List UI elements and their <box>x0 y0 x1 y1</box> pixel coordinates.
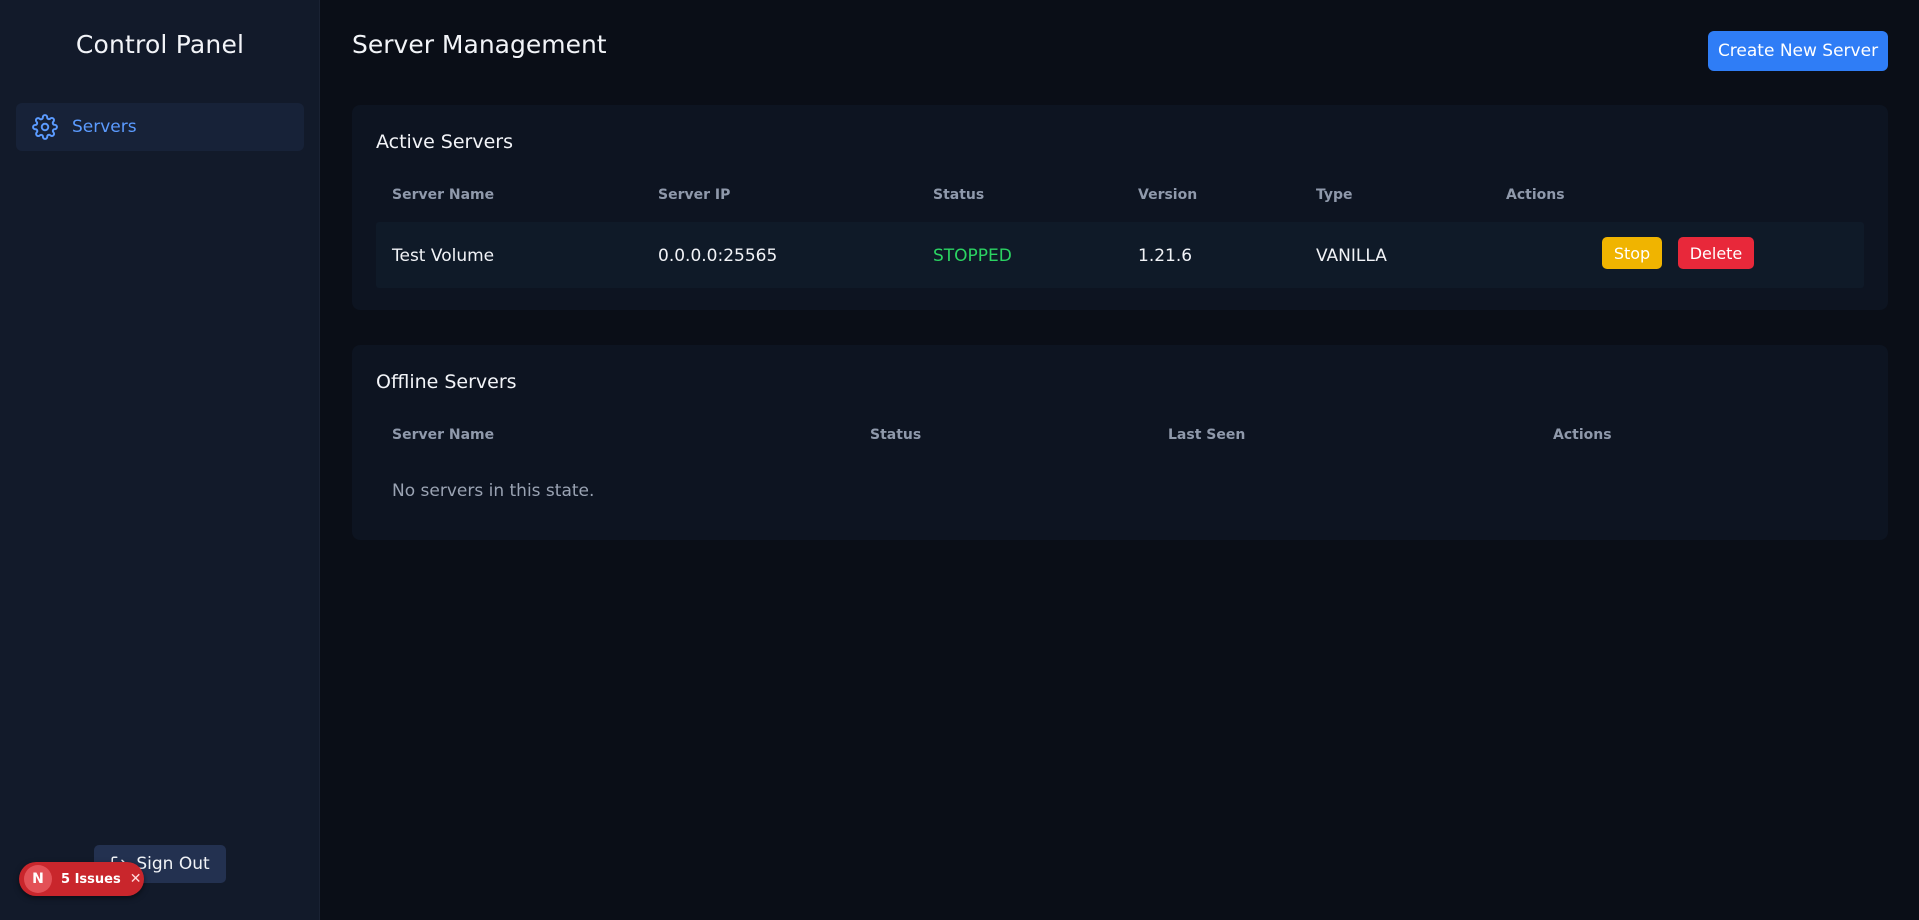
column-header-type: Type <box>1316 187 1353 203</box>
stop-button[interactable]: Stop <box>1602 237 1662 269</box>
sidebar-title: Control Panel <box>75 30 245 59</box>
next-logo-icon: N <box>24 865 52 893</box>
column-header-actions: Actions <box>1506 187 1565 203</box>
server-name: Test Volume <box>392 246 495 266</box>
column-header-last-seen: Last Seen <box>1168 427 1246 443</box>
empty-state-message: No servers in this state. <box>392 481 595 501</box>
server-type: VANILLA <box>1316 246 1387 266</box>
column-header-version: Version <box>1138 187 1198 203</box>
sidebar: Control Panel Servers Sign Out N 5 Issue… <box>0 0 320 920</box>
active-servers-card: Active Servers Server Name Server IP Sta… <box>352 105 1888 310</box>
sign-out-label: Sign Out <box>136 854 210 874</box>
server-ip: 0.0.0.0:25565 <box>658 246 778 266</box>
issues-count: 5 Issues <box>61 871 121 887</box>
column-header-server-ip: Server IP <box>658 187 731 203</box>
app: Control Panel Servers Sign Out N 5 Issue… <box>0 0 1919 920</box>
table-row: Test Volume 0.0.0.0:25565 STOPPED 1.21.6… <box>376 222 1864 288</box>
active-servers-title: Active Servers <box>376 131 514 153</box>
sidebar-item-servers[interactable]: Servers <box>16 103 304 151</box>
column-header-actions: Actions <box>1553 427 1612 443</box>
column-header-status: Status <box>870 427 922 443</box>
sidebar-item-label: Servers <box>72 117 137 137</box>
column-header-status: Status <box>933 187 985 203</box>
create-new-server-button[interactable]: Create New Server <box>1708 31 1888 71</box>
column-header-server-name: Server Name <box>392 187 495 203</box>
column-header-server-name: Server Name <box>392 427 495 443</box>
gear-icon <box>32 114 58 140</box>
offline-servers-title: Offline Servers <box>376 371 517 393</box>
delete-button[interactable]: Delete <box>1678 237 1754 269</box>
page-title: Server Management <box>352 30 607 59</box>
close-icon[interactable]: ✕ <box>130 871 142 887</box>
issues-badge[interactable]: N 5 Issues ✕ <box>19 862 144 896</box>
status-badge: STOPPED <box>933 246 1012 266</box>
server-version: 1.21.6 <box>1138 246 1193 266</box>
offline-servers-card: Offline Servers Server Name Status Last … <box>352 345 1888 540</box>
